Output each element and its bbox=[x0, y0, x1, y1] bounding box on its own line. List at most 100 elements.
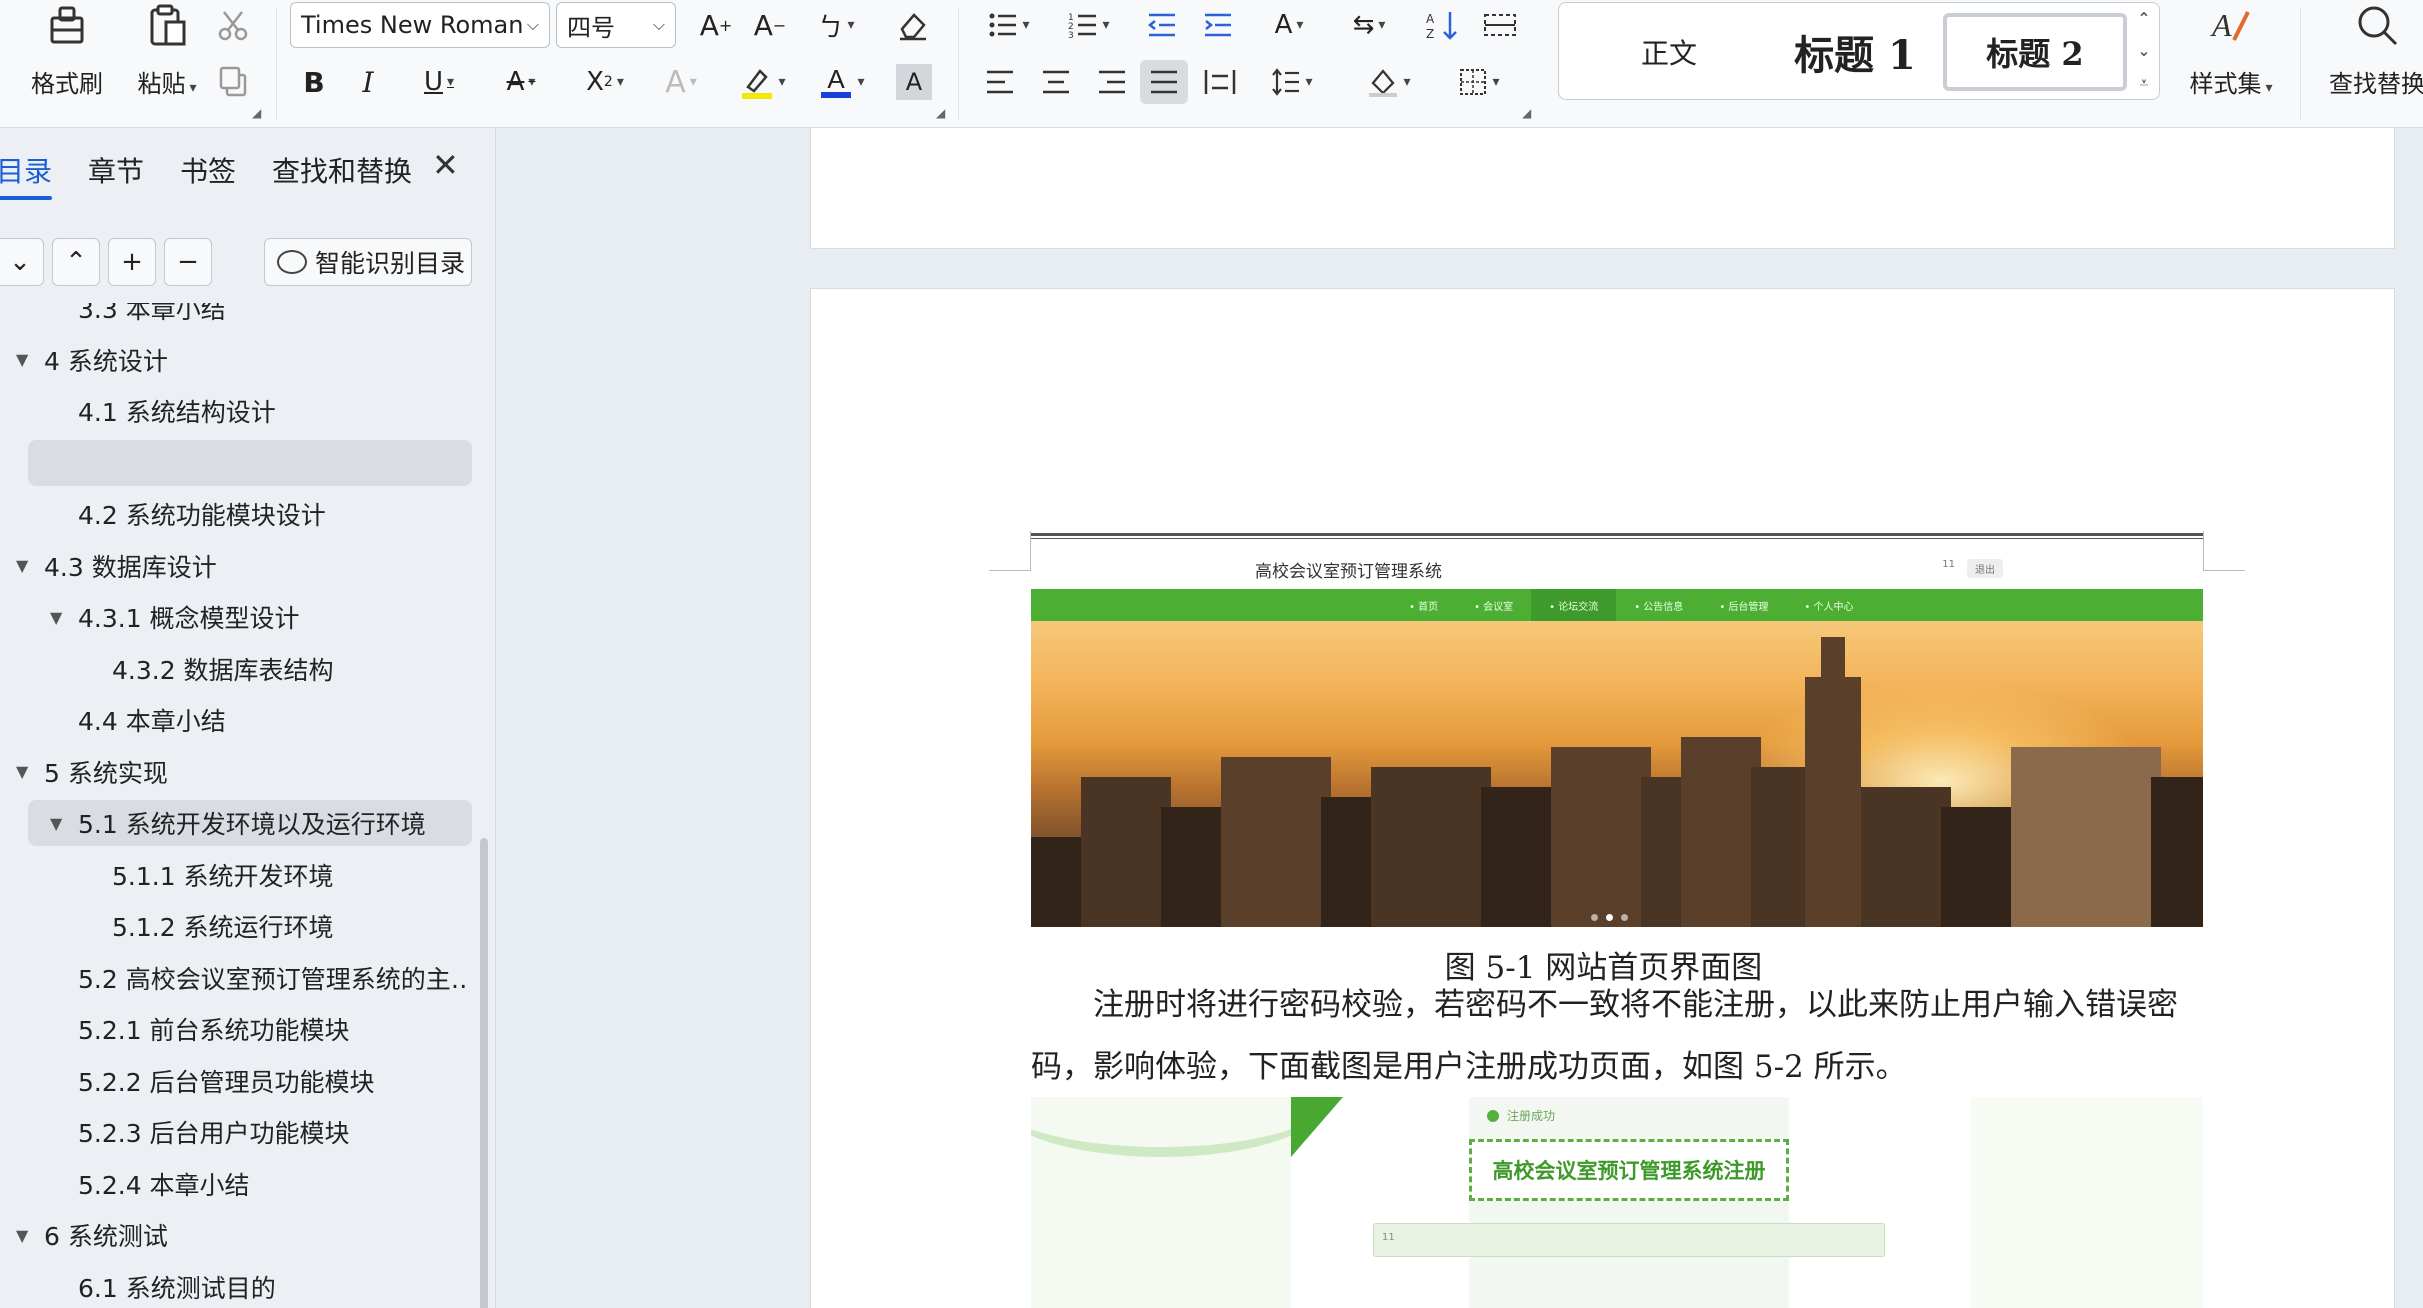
toc-item[interactable]: 4.3.2 数据库表结构 bbox=[0, 646, 470, 692]
nav-scrollbar[interactable] bbox=[480, 838, 488, 1308]
text-effect-icon[interactable]: A ▾ bbox=[650, 62, 712, 102]
expand-triangle-icon[interactable]: ▼ bbox=[16, 350, 44, 369]
toc-item[interactable]: ▼ 6 系统测试 bbox=[0, 1212, 470, 1258]
toc-item-label: 5.1 系统开发环境以及运行环境 bbox=[78, 810, 426, 839]
shrink-font-icon[interactable]: A − bbox=[748, 6, 792, 44]
justify-icon[interactable] bbox=[1140, 60, 1188, 104]
chevron-down-icon[interactable]: ⌄ bbox=[0, 238, 44, 286]
page-corner-mark bbox=[2203, 531, 2245, 571]
superscript-icon[interactable]: X 2 ▾ bbox=[572, 62, 638, 102]
font-launcher-icon[interactable]: ◢ bbox=[936, 106, 945, 120]
toc-item[interactable]: ▼ 5.1 系统开发环境以及运行环境 bbox=[28, 800, 472, 846]
strikethrough-icon[interactable]: A ▾ bbox=[490, 62, 552, 102]
remove-heading-icon[interactable]: − bbox=[164, 238, 212, 286]
svg-text:A: A bbox=[2210, 7, 2232, 43]
carousel-dots[interactable] bbox=[1591, 914, 1628, 921]
character-shading-icon[interactable]: A bbox=[896, 64, 932, 100]
text-direction-icon[interactable]: A ▾ bbox=[1256, 6, 1322, 44]
expand-gallery-icon[interactable]: ⩡ bbox=[2139, 73, 2148, 93]
find-replace-button[interactable]: 查找替换 bbox=[2322, 0, 2423, 99]
expand-triangle-icon[interactable]: ▼ bbox=[16, 762, 44, 781]
register-username-input[interactable]: 11 bbox=[1373, 1223, 1885, 1257]
toc-item[interactable]: 5.2.2 后台管理员功能模块 bbox=[0, 1058, 470, 1104]
toc-item[interactable]: ▼ 4.3 数据库设计 bbox=[0, 543, 470, 589]
expand-triangle-icon[interactable]: ▼ bbox=[16, 556, 44, 575]
style-heading1[interactable]: 标题 1 bbox=[1755, 13, 1955, 91]
toc-list: 3.3 本章小结 ▼ 4 系统设计 4.1 系统结构设计 4.2 系统功能模块设计 ▼ 4.… bbox=[0, 303, 480, 1308]
bold-icon[interactable]: B bbox=[294, 62, 334, 102]
expand-triangle-icon[interactable]: ▼ bbox=[50, 608, 78, 627]
clipboard-launcher-icon[interactable]: ◢ bbox=[252, 106, 261, 120]
italic-icon[interactable]: I bbox=[348, 62, 388, 102]
figure-home-screenshot[interactable]: 高校会议室预订管理系统 11 退出 • 首页 • 会议室 • 论坛交流 • 公告信息 •… bbox=[1031, 547, 2203, 927]
toc-item[interactable]: 6.1 系统测试目的 bbox=[0, 1264, 470, 1308]
sort-icon[interactable]: AZ bbox=[1420, 6, 1464, 44]
toc-item[interactable]: 4.2 系统功能模块设计 bbox=[0, 491, 470, 537]
font-size-select[interactable]: 四号 ⌵ bbox=[556, 2, 676, 48]
style-set-button[interactable]: A 样式集 ▾ bbox=[2176, 0, 2286, 99]
toc-item[interactable] bbox=[28, 439, 472, 486]
toc-item[interactable]: 5.2.3 后台用户功能模块 bbox=[0, 1109, 470, 1155]
paragraph-launcher-icon[interactable]: ◢ bbox=[1522, 106, 1531, 120]
body-paragraph: 注册时将进行密码校验，若密码不一致将不能注册，以此来防止用户输入错误密 码，影响… bbox=[1031, 974, 2203, 1098]
add-heading-icon[interactable]: + bbox=[108, 238, 156, 286]
font-name-select[interactable]: Times New Roman ⌵ bbox=[290, 2, 550, 48]
paste-button[interactable]: 粘贴 ▾ bbox=[124, 0, 210, 99]
ribbon-divider bbox=[276, 8, 277, 120]
tab-chapters[interactable]: 章节 bbox=[88, 150, 144, 190]
chevron-up-icon[interactable]: ⌃ bbox=[2137, 9, 2150, 28]
toc-item[interactable]: 5.2.1 前台系统功能模块 bbox=[0, 1006, 470, 1052]
paste-label: 粘贴 ▾ bbox=[137, 70, 197, 98]
tab-bookmarks[interactable]: 书签 bbox=[180, 150, 236, 190]
align-left-icon[interactable] bbox=[978, 62, 1022, 102]
toc-item[interactable]: ▼ 4.3.1 概念模型设计 bbox=[0, 594, 470, 640]
chevron-up-icon[interactable]: ⌃ bbox=[52, 238, 100, 286]
highlight-color-icon[interactable]: ▾ bbox=[730, 62, 796, 102]
gallery-scroll[interactable]: ⌃ ⌄ ⩡ bbox=[2129, 3, 2159, 99]
format-painter-icon bbox=[44, 0, 90, 50]
close-icon[interactable]: ✕ bbox=[432, 146, 459, 184]
chevron-down-icon[interactable]: ⌄ bbox=[2137, 41, 2150, 60]
register-right-bg bbox=[1971, 1097, 2203, 1308]
toc-item[interactable]: 4.1 系统结构设计 bbox=[0, 388, 470, 434]
numbered-list-icon[interactable]: 1 2 3 ▾ bbox=[1058, 6, 1120, 44]
expand-triangle-icon[interactable]: ▼ bbox=[16, 1226, 44, 1245]
style-normal[interactable]: 正文 bbox=[1569, 13, 1769, 91]
line-spacing-icon[interactable]: ▾ bbox=[1258, 62, 1324, 102]
grow-font-icon[interactable]: A + bbox=[694, 6, 738, 44]
phonetic-guide-icon[interactable]: ㄅ ▾ bbox=[804, 6, 868, 44]
style-heading2[interactable]: 标题 2 bbox=[1943, 13, 2127, 91]
decrease-indent-icon[interactable] bbox=[1142, 6, 1182, 44]
show-marks-icon[interactable] bbox=[1478, 6, 1522, 44]
style-set-label: 样式集 ▾ bbox=[2189, 70, 2273, 98]
bullet-list-icon[interactable]: ▾ bbox=[980, 6, 1038, 44]
toc-item[interactable]: 5.2.4 本章小结 bbox=[0, 1161, 470, 1207]
increase-indent-icon[interactable] bbox=[1198, 6, 1238, 44]
copy-icon[interactable] bbox=[214, 62, 252, 100]
toc-item[interactable]: 5.1.1 系统开发环境 bbox=[0, 852, 470, 898]
format-painter-button[interactable]: 格式刷 bbox=[24, 0, 110, 99]
cut-icon[interactable] bbox=[214, 6, 252, 44]
tab-toc[interactable]: 目录 bbox=[0, 150, 53, 200]
distributed-align-icon[interactable] bbox=[1198, 62, 1242, 102]
toc-item[interactable]: 5.1.2 系统运行环境 bbox=[0, 903, 470, 949]
border-icon[interactable]: ▾ bbox=[1446, 62, 1512, 102]
align-right-icon[interactable] bbox=[1090, 62, 1134, 102]
expand-triangle-icon[interactable]: ▼ bbox=[50, 814, 78, 833]
tab-find-replace[interactable]: 查找和替换 bbox=[272, 150, 412, 190]
toc-item[interactable]: 4.4 本章小结 bbox=[0, 697, 470, 743]
shading-icon[interactable]: ▾ bbox=[1356, 62, 1422, 102]
paragraph-direction-icon[interactable]: ⇆ ▾ bbox=[1338, 6, 1400, 44]
toc-item[interactable]: ▼ 4 系统设计 bbox=[0, 337, 470, 383]
toc-item[interactable]: ▼ 5 系统实现 bbox=[0, 749, 470, 795]
toc-item[interactable]: 3.3 本章小结 bbox=[0, 303, 470, 331]
smart-toc-button[interactable]: 智能识别目录 bbox=[264, 238, 472, 286]
align-center-icon[interactable] bbox=[1034, 62, 1078, 102]
register-card: 注册成功 高校会议室预订管理系统注册 11 bbox=[1373, 1097, 1885, 1308]
figure-register-screenshot[interactable]: 注册成功 高校会议室预订管理系统注册 11 bbox=[1031, 1097, 2203, 1308]
underline-icon[interactable]: U ▾ bbox=[408, 62, 470, 102]
toc-item[interactable]: 5.2 高校会议室预订管理系统的主… bbox=[0, 955, 470, 1001]
font-color-icon[interactable]: A ▾ bbox=[810, 62, 874, 102]
site-logout: 退出 bbox=[1967, 559, 2003, 578]
eraser-icon[interactable] bbox=[890, 6, 934, 44]
